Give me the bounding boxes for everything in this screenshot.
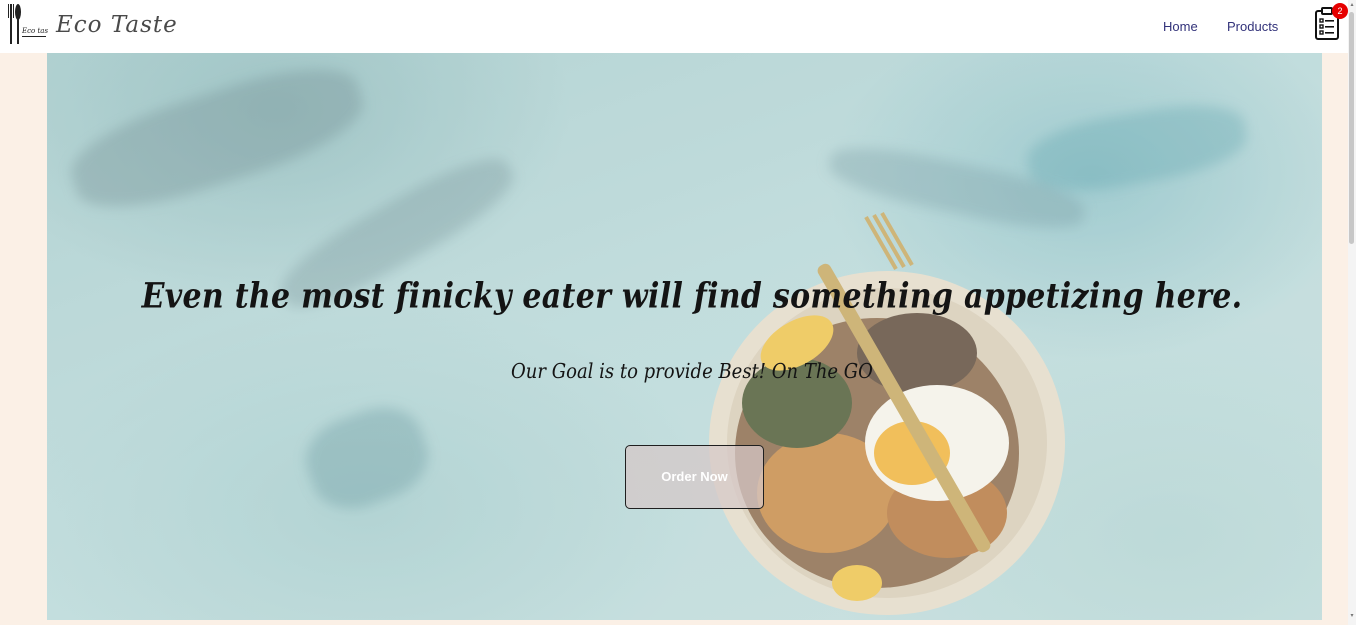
hero-overlay bbox=[47, 53, 1322, 620]
scroll-thumb[interactable] bbox=[1349, 12, 1354, 244]
hero-title: Even the most finicky eater will find so… bbox=[141, 276, 1243, 317]
hero-subtitle: Our Goal is to provide Best! On The GO bbox=[511, 359, 873, 384]
hero-banner: Even the most finicky eater will find so… bbox=[47, 53, 1322, 620]
cart-count-badge: 2 bbox=[1332, 3, 1348, 19]
page-scrollbar[interactable]: ▴ ▾ bbox=[1348, 0, 1356, 625]
scroll-down-icon[interactable]: ▾ bbox=[1349, 613, 1355, 619]
top-navbar: Eco taste Eco Taste Home Products 2 bbox=[0, 0, 1348, 53]
nav-home-link[interactable]: Home bbox=[1163, 19, 1198, 34]
nav-products-link[interactable]: Products bbox=[1227, 19, 1278, 34]
cart-button[interactable]: 2 bbox=[1312, 3, 1348, 41]
order-now-button[interactable]: Order Now bbox=[625, 445, 764, 509]
scroll-up-icon[interactable]: ▴ bbox=[1349, 2, 1355, 8]
brand-name: Eco Taste bbox=[56, 12, 178, 38]
logo-cutlery-icon: Eco taste bbox=[6, 2, 55, 46]
logo-text: Eco taste bbox=[21, 27, 48, 35]
brand[interactable]: Eco taste Eco Taste bbox=[6, 2, 178, 46]
